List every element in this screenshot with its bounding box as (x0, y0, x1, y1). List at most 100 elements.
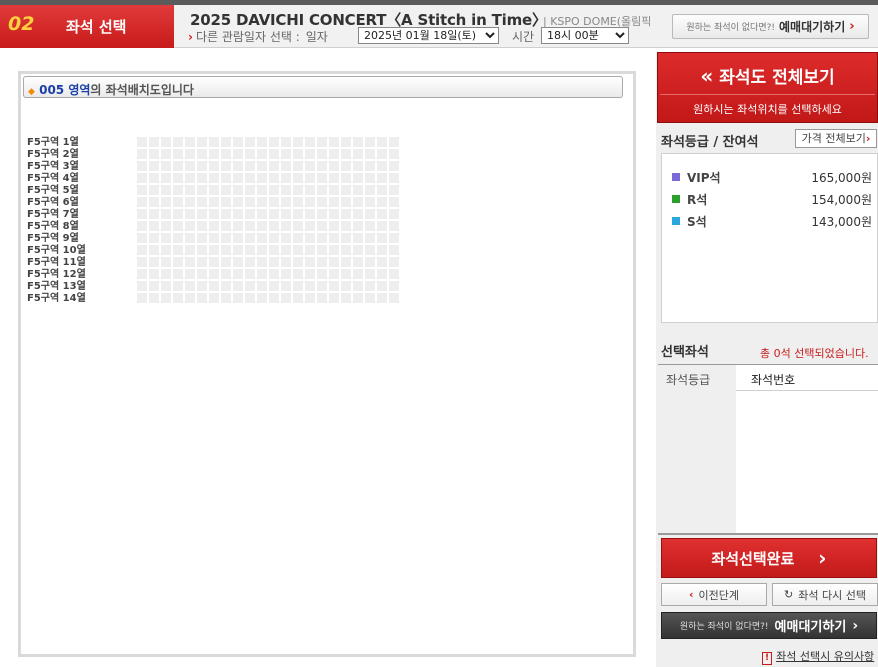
seat[interactable] (365, 293, 375, 303)
seat[interactable] (197, 185, 207, 195)
seat[interactable] (209, 197, 219, 207)
seat[interactable] (233, 221, 243, 231)
seat[interactable] (257, 161, 267, 171)
seat[interactable] (221, 281, 231, 291)
seat[interactable] (305, 197, 315, 207)
seat[interactable] (257, 245, 267, 255)
seat[interactable] (173, 233, 183, 243)
seat[interactable] (353, 233, 363, 243)
seat[interactable] (389, 293, 399, 303)
seat[interactable] (293, 233, 303, 243)
seat[interactable] (221, 149, 231, 159)
seat[interactable] (197, 149, 207, 159)
seat[interactable] (353, 149, 363, 159)
seat[interactable] (341, 149, 351, 159)
seat[interactable] (365, 185, 375, 195)
waitlist-button-bottom[interactable]: 원하는 좌석이 없다면?! 예매대기하기 › (661, 612, 877, 639)
seat[interactable] (197, 137, 207, 147)
seat[interactable] (233, 161, 243, 171)
seat[interactable] (245, 185, 255, 195)
seat[interactable] (161, 173, 171, 183)
seat[interactable] (173, 197, 183, 207)
seat[interactable] (173, 281, 183, 291)
seat[interactable] (173, 221, 183, 231)
seat-notice-link[interactable]: ! 좌석 선택시 유의사항 (762, 648, 874, 665)
seat[interactable] (341, 137, 351, 147)
seat[interactable] (185, 269, 195, 279)
seat[interactable] (221, 257, 231, 267)
seat[interactable] (161, 137, 171, 147)
seat[interactable] (353, 269, 363, 279)
seat[interactable] (197, 269, 207, 279)
seat[interactable] (149, 161, 159, 171)
seat[interactable] (161, 245, 171, 255)
seat[interactable] (137, 137, 147, 147)
seat[interactable] (197, 173, 207, 183)
seat[interactable] (149, 197, 159, 207)
seat[interactable] (185, 281, 195, 291)
seat[interactable] (137, 173, 147, 183)
seat[interactable] (317, 257, 327, 267)
seat[interactable] (173, 245, 183, 255)
seat[interactable] (305, 221, 315, 231)
seat[interactable] (197, 209, 207, 219)
seat[interactable] (233, 281, 243, 291)
seat[interactable] (149, 281, 159, 291)
seat[interactable] (221, 137, 231, 147)
seat[interactable] (185, 293, 195, 303)
seat[interactable] (173, 269, 183, 279)
seat[interactable] (341, 257, 351, 267)
seat[interactable] (353, 161, 363, 171)
seat[interactable] (137, 209, 147, 219)
seat[interactable] (341, 209, 351, 219)
seat[interactable] (389, 281, 399, 291)
view-all-seats-button[interactable]: «좌석도 전체보기 원하시는 좌석위치를 선택하세요 (657, 52, 878, 123)
seat[interactable] (317, 281, 327, 291)
seat[interactable] (161, 209, 171, 219)
seat[interactable] (197, 161, 207, 171)
seat[interactable] (365, 233, 375, 243)
seat[interactable] (149, 221, 159, 231)
seat[interactable] (209, 149, 219, 159)
seat[interactable] (233, 245, 243, 255)
seat[interactable] (305, 245, 315, 255)
seat[interactable] (341, 173, 351, 183)
seat[interactable] (161, 233, 171, 243)
seat[interactable] (353, 185, 363, 195)
seat[interactable] (365, 197, 375, 207)
seat[interactable] (317, 221, 327, 231)
seat[interactable] (365, 149, 375, 159)
seat[interactable] (305, 269, 315, 279)
seat[interactable] (329, 221, 339, 231)
seat[interactable] (293, 245, 303, 255)
seat[interactable] (365, 269, 375, 279)
seat[interactable] (317, 269, 327, 279)
seat[interactable] (221, 245, 231, 255)
seat[interactable] (305, 293, 315, 303)
seat[interactable] (329, 161, 339, 171)
seat[interactable] (185, 185, 195, 195)
seat[interactable] (365, 221, 375, 231)
seat[interactable] (281, 173, 291, 183)
seat[interactable] (377, 197, 387, 207)
seat[interactable] (209, 161, 219, 171)
seat[interactable] (341, 245, 351, 255)
seat[interactable] (317, 209, 327, 219)
seat[interactable] (233, 137, 243, 147)
seat[interactable] (305, 173, 315, 183)
seat[interactable] (329, 185, 339, 195)
seat[interactable] (185, 137, 195, 147)
seat[interactable] (221, 233, 231, 243)
seat[interactable] (161, 293, 171, 303)
seat[interactable] (233, 185, 243, 195)
seat[interactable] (305, 149, 315, 159)
seat[interactable] (137, 197, 147, 207)
seat[interactable] (389, 257, 399, 267)
seat[interactable] (161, 221, 171, 231)
seat[interactable] (221, 197, 231, 207)
seat[interactable] (269, 137, 279, 147)
seat[interactable] (389, 209, 399, 219)
seat[interactable] (341, 221, 351, 231)
seat[interactable] (317, 161, 327, 171)
seat[interactable] (305, 137, 315, 147)
